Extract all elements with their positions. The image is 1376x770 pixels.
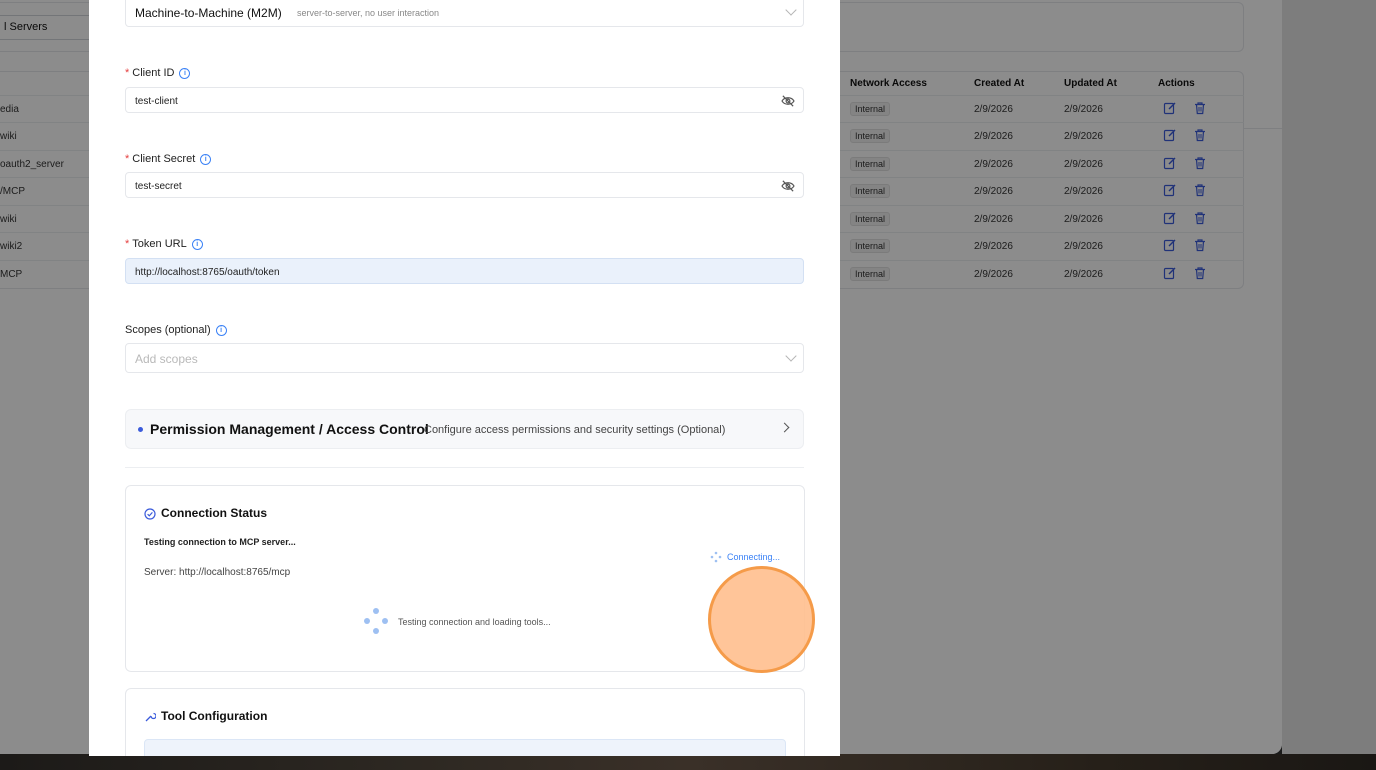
loading-spinner-icon bbox=[364, 608, 388, 634]
client-secret-label: * Client Secret i bbox=[125, 153, 212, 165]
server-url-text: Server: http://localhost:8765/mcp bbox=[144, 567, 291, 578]
token-url-input[interactable]: http://localhost:8765/oauth/token bbox=[125, 258, 804, 284]
info-icon[interactable]: i bbox=[179, 67, 191, 79]
connection-status-title: Connection Status bbox=[161, 506, 268, 520]
client-id-input[interactable]: test-client bbox=[125, 87, 804, 113]
loading-tools-text: Testing connection and loading tools... bbox=[398, 617, 551, 627]
connecting-label: Connecting... bbox=[727, 552, 781, 562]
permission-description: Configure access permissions and securit… bbox=[424, 424, 726, 436]
token-url-value: http://localhost:8765/oauth/token bbox=[135, 267, 280, 278]
chevron-down-icon bbox=[785, 4, 797, 16]
tool-selection-notice bbox=[144, 739, 786, 756]
click-indicator bbox=[708, 566, 815, 673]
info-icon[interactable]: i bbox=[200, 153, 212, 165]
wrench-icon bbox=[145, 712, 156, 722]
chevron-down-icon bbox=[785, 350, 797, 362]
auth-type-hint: server-to-server, no user interaction bbox=[297, 8, 440, 18]
desktop-edge bbox=[1282, 0, 1376, 754]
scopes-label: Scopes (optional) i bbox=[125, 324, 227, 336]
eye-off-icon[interactable] bbox=[781, 180, 795, 192]
bullet-icon bbox=[138, 427, 143, 432]
tool-configuration-card: Tool Configuration bbox=[125, 688, 805, 756]
check-circle-icon bbox=[144, 508, 156, 520]
desktop-wallpaper-strip bbox=[0, 754, 1376, 770]
connection-testing-text: Testing connection to MCP server... bbox=[144, 537, 296, 547]
client-secret-input[interactable]: test-secret bbox=[125, 172, 804, 198]
client-id-value: test-client bbox=[135, 96, 178, 107]
client-secret-value: test-secret bbox=[135, 181, 182, 192]
tool-configuration-title: Tool Configuration bbox=[161, 709, 268, 723]
scopes-placeholder: Add scopes bbox=[135, 352, 198, 366]
auth-type-select[interactable]: Machine-to-Machine (M2M) server-to-serve… bbox=[125, 0, 804, 27]
chevron-right-icon bbox=[779, 422, 790, 433]
token-url-label: * Token URL i bbox=[125, 238, 203, 250]
client-id-label: * Client ID i bbox=[125, 67, 191, 79]
info-icon[interactable]: i bbox=[191, 238, 203, 250]
scopes-select[interactable]: Add scopes bbox=[125, 343, 804, 373]
info-icon[interactable]: i bbox=[215, 324, 227, 336]
permission-title: Permission Management / Access Control bbox=[150, 421, 429, 437]
required-mark: * bbox=[125, 67, 130, 79]
spinner-icon bbox=[710, 551, 722, 563]
permission-management-panel[interactable]: Permission Management / Access Control C… bbox=[125, 409, 804, 449]
connection-status-card: Connection Status Testing connection to … bbox=[125, 485, 805, 672]
auth-type-value: Machine-to-Machine (M2M) bbox=[135, 6, 282, 20]
eye-off-icon[interactable] bbox=[781, 95, 795, 107]
divider bbox=[125, 467, 804, 468]
